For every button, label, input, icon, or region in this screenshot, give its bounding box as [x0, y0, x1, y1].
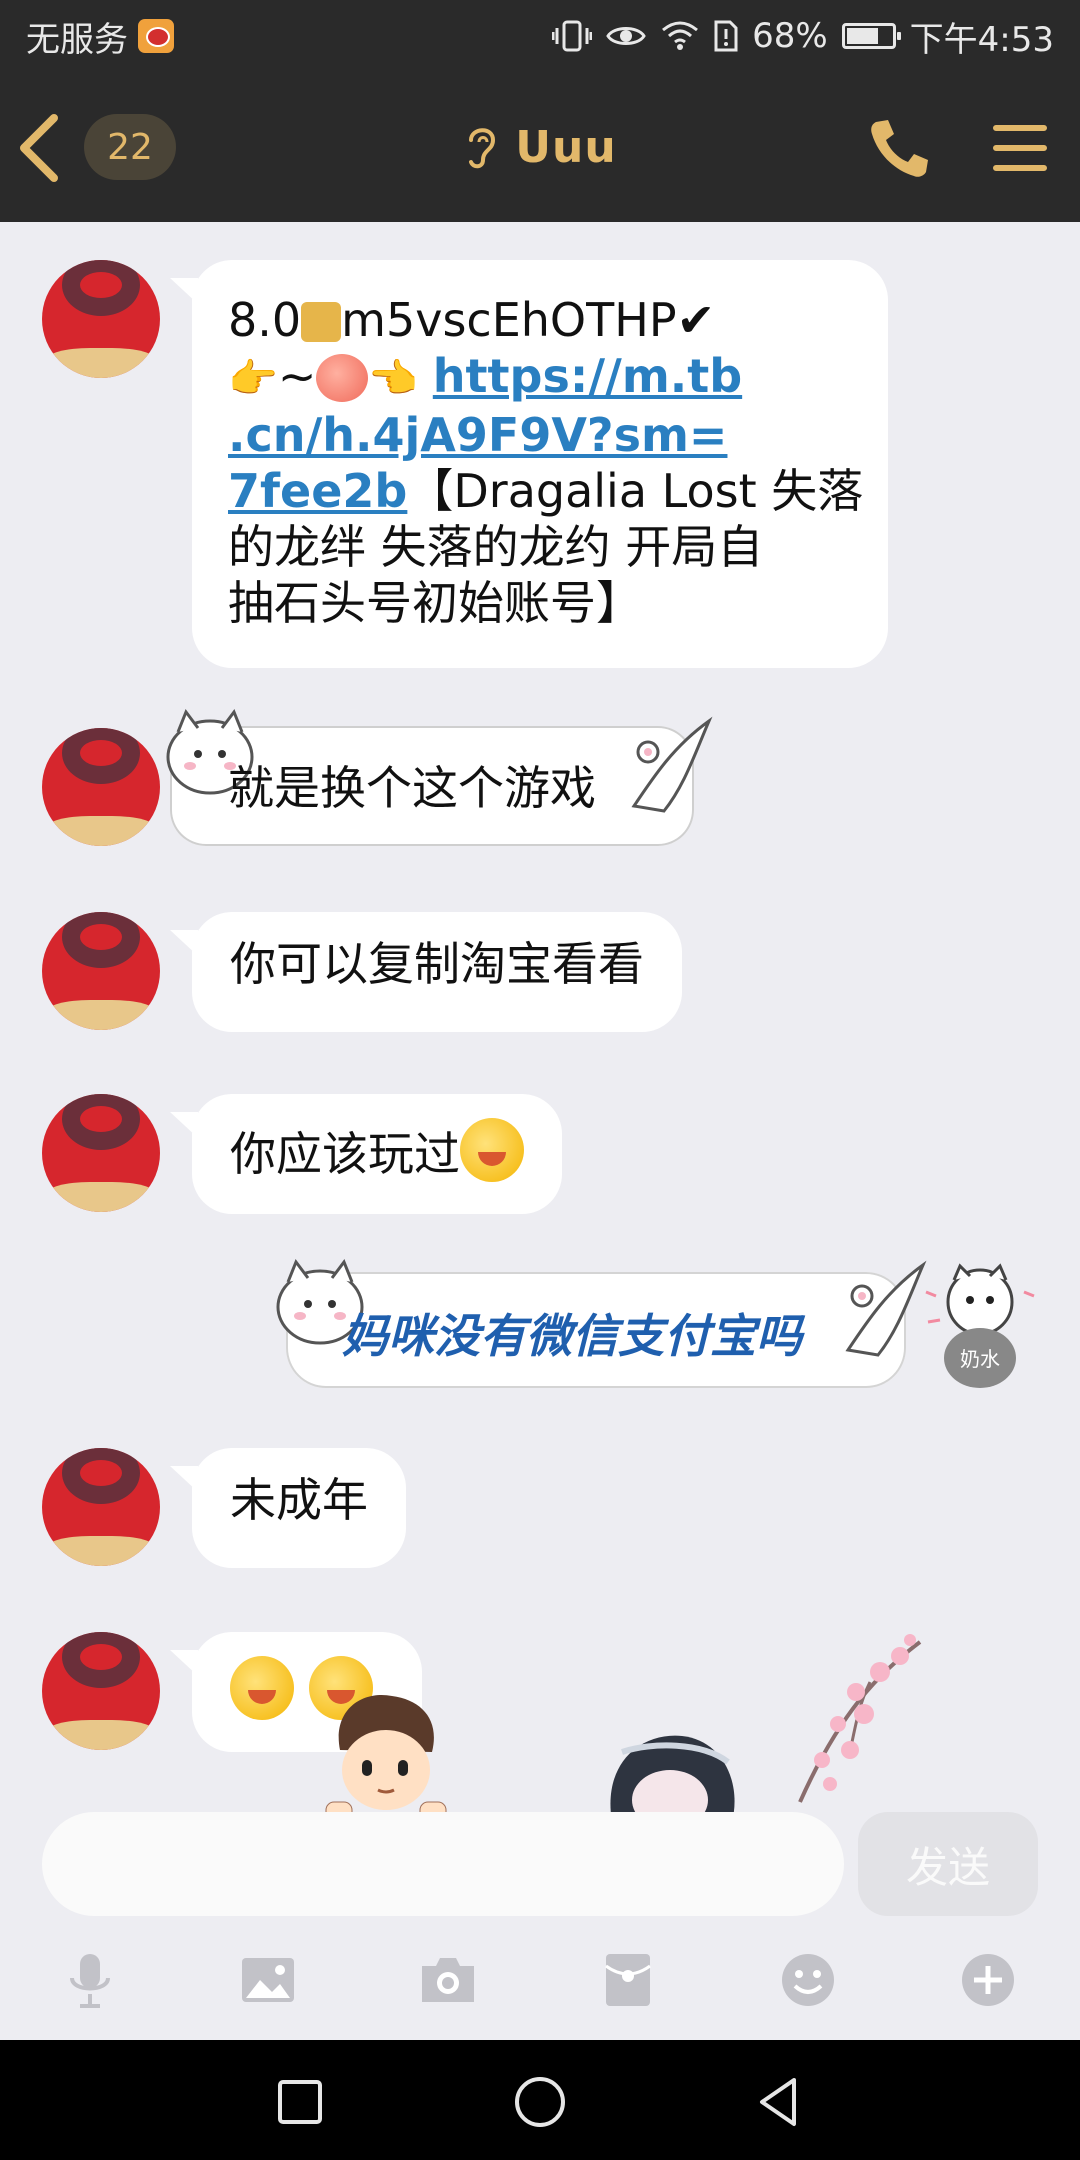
- status-bar: 无服务 68% 下午4:53: [0, 0, 1080, 72]
- red-packet-icon[interactable]: [598, 1950, 658, 2010]
- lock-emoji-icon: [301, 302, 342, 342]
- system-navigation-bar: [0, 2040, 1080, 2160]
- taobao-link[interactable]: 7fee2b: [228, 464, 407, 518]
- microphone-icon[interactable]: [60, 1950, 120, 2010]
- message-bubble[interactable]: 你可以复制淘宝看看: [170, 912, 682, 1032]
- cat-paw-icon: [845, 1260, 927, 1357]
- battery-icon: [841, 23, 901, 49]
- plus-icon[interactable]: [958, 1950, 1018, 2010]
- emoji-icon[interactable]: [778, 1950, 838, 2010]
- contact-avatar[interactable]: [42, 1094, 160, 1212]
- message-text: 妈咪没有微信支付宝吗: [342, 1309, 802, 1363]
- message-text: 未成年: [230, 1473, 368, 1527]
- battery-percent: 68%: [752, 16, 828, 56]
- weibo-notification-icon: [138, 19, 174, 53]
- contact-avatar[interactable]: [42, 912, 160, 1030]
- message-text: 【Dragalia Lost 失落: [407, 464, 864, 518]
- pointing-left-hand-icon: 👈: [368, 356, 419, 402]
- message-bubble[interactable]: 你应该玩过: [170, 1094, 562, 1214]
- ear-icon: [469, 128, 496, 169]
- send-button[interactable]: 发送: [858, 1812, 1038, 1916]
- carrier-text: 无服务: [26, 19, 128, 60]
- cherry-blossom-decoration-icon: [798, 1634, 922, 1803]
- message-composer: 发送: [0, 1812, 1080, 1916]
- circle-icon: [515, 2077, 565, 2127]
- sticker-bubble[interactable]: 就是换个这个游戏: [166, 708, 713, 846]
- message-text: 抽石头号初始账号】: [228, 576, 642, 630]
- taobao-link[interactable]: https://m.tb: [433, 349, 742, 403]
- message-text: 就是换个这个游戏: [228, 761, 596, 815]
- composer-toolbar: [0, 1944, 1080, 2016]
- message-text: 的龙绊 失落的龙约 开局自: [228, 520, 764, 574]
- recents-button[interactable]: [270, 2072, 330, 2132]
- image-icon[interactable]: [238, 1950, 298, 2010]
- message-bubble[interactable]: 未成年: [170, 1448, 406, 1568]
- square-icon: [278, 2080, 322, 2124]
- menu-button[interactable]: [992, 120, 1048, 176]
- sim-alert-icon: [714, 20, 738, 52]
- sticker-bubble-self[interactable]: 妈咪没有微信支付宝吗: [276, 1258, 927, 1388]
- message-text: 8.0: [228, 293, 302, 347]
- vibrate-icon: [552, 19, 593, 53]
- message-text: 你应该玩过: [230, 1127, 460, 1181]
- pointing-right-hand-icon: 👉: [228, 356, 278, 402]
- sticker-caption: 奶水: [960, 1347, 1000, 1371]
- contact-avatar[interactable]: [42, 1632, 160, 1750]
- peach-emoji-icon: [316, 354, 369, 402]
- taobao-link[interactable]: .cn/h.4jA9F9V?sm=: [228, 408, 727, 462]
- peeking-boy-sticker-icon: [325, 1694, 447, 1812]
- contact-avatar[interactable]: [42, 728, 160, 846]
- call-button[interactable]: [866, 116, 932, 182]
- message-bubble[interactable]: 8.0 m5vscEhOTHP✔ 👉~ 👈 https://m.tb .cn/h.4…: [170, 260, 888, 668]
- contact-avatar[interactable]: [42, 260, 160, 378]
- home-button[interactable]: [510, 2072, 570, 2132]
- message-text: 你可以复制淘宝看看: [230, 937, 644, 991]
- facepalm-emoji-icon: [460, 1118, 524, 1182]
- check-emoji-icon: ✔: [676, 293, 716, 347]
- self-avatar-sticker[interactable]: 奶水: [920, 1262, 1040, 1402]
- cat-paw-icon: [631, 716, 713, 813]
- wifi-icon: [660, 20, 700, 52]
- chat-messages[interactable]: 8.0 m5vscEhOTHP✔ 👉~ 👈 https://m.tb .cn/h.4…: [0, 222, 1080, 1812]
- message-text: ~: [277, 349, 317, 403]
- peeking-girl-sticker-icon: [610, 1735, 735, 1812]
- camera-icon[interactable]: [418, 1950, 478, 2010]
- dog-sticker-icon: 奶水: [925, 1263, 1035, 1388]
- eye-icon: [606, 21, 646, 51]
- contact-name: Uuu: [515, 121, 617, 173]
- clock: 下午4:53: [909, 19, 1054, 60]
- hamburger-menu-icon: [993, 125, 1047, 171]
- triangle-back-icon: [760, 2078, 796, 2126]
- message-text: m5vscEhOTHP: [341, 293, 677, 347]
- facepalm-emoji-icon: [230, 1656, 294, 1720]
- message-input[interactable]: [42, 1812, 844, 1916]
- chat-header: 22 Uuu: [0, 72, 1080, 222]
- back-nav-button[interactable]: [750, 2072, 810, 2132]
- phone-icon: [871, 120, 928, 177]
- contact-avatar[interactable]: [42, 1448, 160, 1566]
